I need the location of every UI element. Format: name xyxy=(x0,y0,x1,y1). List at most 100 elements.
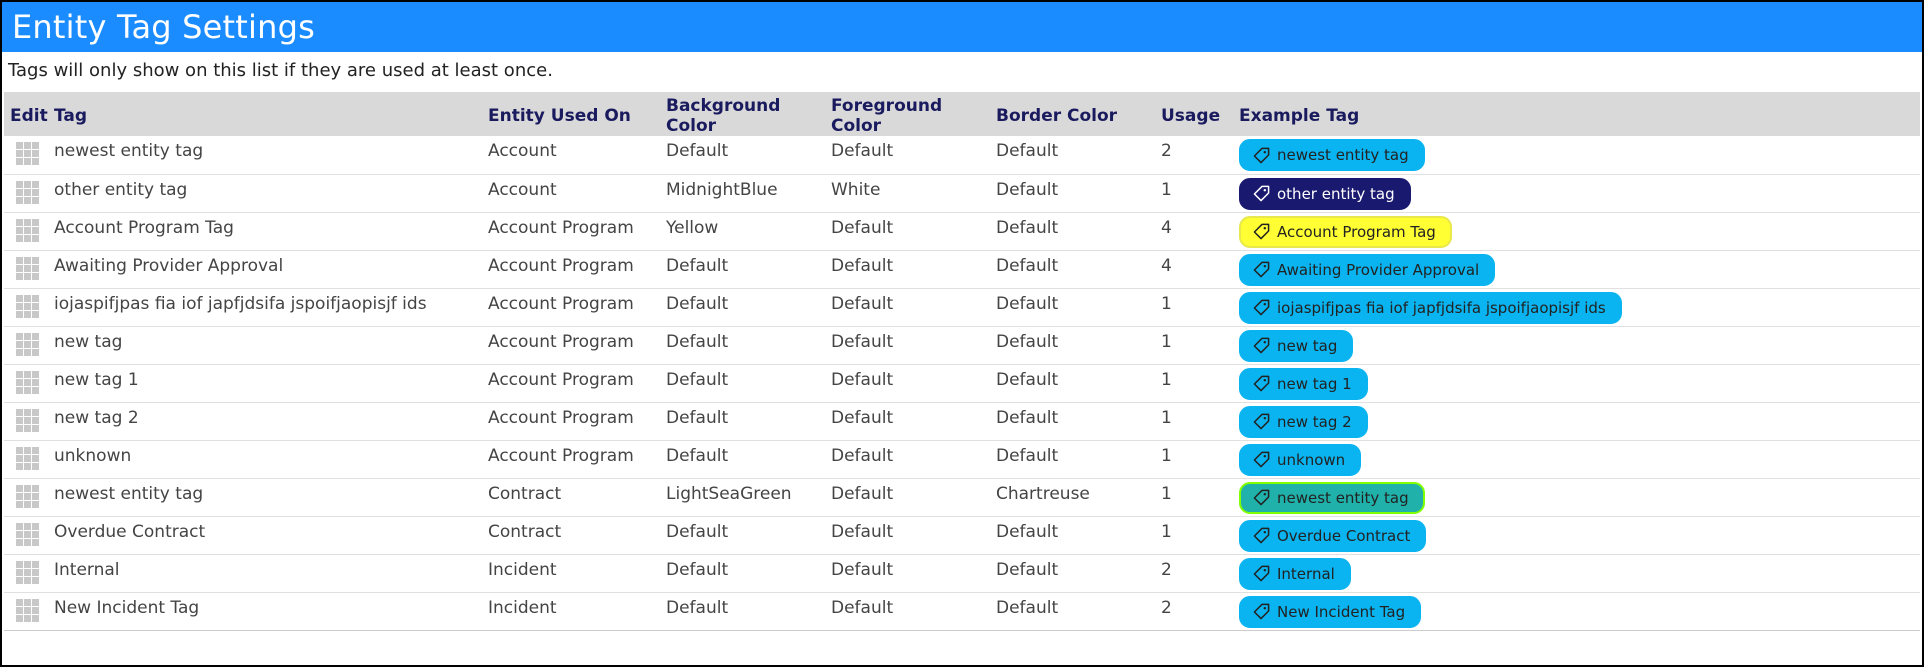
table-row: unknown Account Program Default Default Defa… xyxy=(4,440,1920,478)
example-tag-cell: other entity tag xyxy=(1233,174,1920,212)
tag-icon xyxy=(1253,527,1270,544)
example-tag-label: new tag 2 xyxy=(1277,412,1352,431)
grid-edit-icon[interactable] xyxy=(14,256,40,280)
example-tag-pill[interactable]: newest entity tag xyxy=(1239,139,1425,171)
grid-edit-icon[interactable] xyxy=(14,332,40,356)
tag-icon xyxy=(1253,337,1270,354)
table-row: new tag 2 Account Program Default Default De… xyxy=(4,402,1920,440)
example-tag-pill[interactable]: iojaspifjpas fia iof japfjdsifa jspoifja… xyxy=(1239,291,1622,324)
edit-cell xyxy=(4,326,48,364)
foreground-color-value: Default xyxy=(831,331,894,352)
title-bar: Entity Tag Settings xyxy=(2,2,1922,52)
example-tag-label: new tag 1 xyxy=(1277,374,1352,393)
example-tag-label: newest entity tag xyxy=(1277,488,1409,507)
foreground-color-value: Default xyxy=(831,407,894,428)
example-tag-pill[interactable]: New Incident Tag xyxy=(1239,595,1422,628)
table-row: New Incident Tag Incident Default Default De… xyxy=(4,592,1920,630)
grid-edit-icon[interactable] xyxy=(14,141,40,165)
foreground-color-value: Default xyxy=(831,217,894,238)
example-tag-label: newest entity tag xyxy=(1277,146,1409,164)
background-color-value: Default xyxy=(666,597,729,618)
grid-edit-icon[interactable] xyxy=(14,522,40,546)
grid-edit-icon[interactable] xyxy=(14,560,40,584)
example-tag-pill[interactable]: new tag 2 xyxy=(1239,405,1368,438)
tag-name: new tag 1 xyxy=(54,369,139,390)
edit-cell xyxy=(4,364,48,402)
table-row: new tag Account Program Default Default Defa… xyxy=(4,326,1920,364)
column-header-background-color: Background Color xyxy=(666,96,781,136)
entity-used-on: Account Program xyxy=(488,369,634,390)
usage-count: 4 xyxy=(1161,255,1172,276)
entity-used-on: Account Program xyxy=(488,445,634,466)
tag-name: Internal xyxy=(54,559,120,580)
edit-cell xyxy=(4,288,48,326)
usage-count: 4 xyxy=(1161,217,1172,238)
tag-icon xyxy=(1253,299,1270,316)
border-color-value: Default xyxy=(996,369,1059,390)
example-tag-pill[interactable]: newest entity tag xyxy=(1239,481,1425,514)
example-tag-pill[interactable]: Overdue Contract xyxy=(1239,519,1427,552)
grid-edit-icon[interactable] xyxy=(14,294,40,318)
tag-name: Account Program Tag xyxy=(54,217,234,238)
example-tag-cell: iojaspifjpas fia iof japfjdsifa jspoifja… xyxy=(1233,288,1920,326)
edit-cell xyxy=(4,250,48,288)
foreground-color-value: Default xyxy=(831,255,894,276)
example-tag-label: unknown xyxy=(1277,450,1346,469)
border-color-value: Chartreuse xyxy=(996,483,1090,504)
example-tag-pill[interactable]: Internal xyxy=(1239,557,1351,590)
border-color-value: Default xyxy=(996,255,1059,276)
usage-count: 1 xyxy=(1161,445,1172,466)
edit-cell xyxy=(4,402,48,440)
grid-edit-icon[interactable] xyxy=(14,408,40,432)
foreground-color-value: Default xyxy=(831,521,894,542)
grid-edit-icon[interactable] xyxy=(14,484,40,508)
foreground-color-value: White xyxy=(831,179,881,200)
background-color-value: LightSeaGreen xyxy=(666,483,792,504)
entity-used-on: Incident xyxy=(488,597,557,618)
background-color-value: Default xyxy=(666,407,729,428)
example-tag-label: New Incident Tag xyxy=(1277,602,1406,621)
border-color-value: Default xyxy=(996,521,1059,542)
table-row: Awaiting Provider Approval Account Progra… xyxy=(4,250,1920,288)
entity-used-on: Account Program xyxy=(488,407,634,428)
example-tag-pill[interactable]: new tag 1 xyxy=(1239,367,1368,400)
usage-count: 2 xyxy=(1161,597,1172,618)
usage-count: 1 xyxy=(1161,407,1172,428)
example-tag-cell: Account Program Tag xyxy=(1233,212,1920,250)
example-tag-pill[interactable]: unknown xyxy=(1239,443,1362,476)
entity-used-on: Incident xyxy=(488,559,557,580)
tag-name: New Incident Tag xyxy=(54,597,200,618)
tag-name: unknown xyxy=(54,445,132,466)
tag-name: new tag xyxy=(54,331,123,352)
foreground-color-value: Default xyxy=(831,483,894,504)
table-row: Overdue Contract Contract Default Default De… xyxy=(4,516,1920,554)
grid-edit-icon[interactable] xyxy=(14,218,40,242)
example-tag-pill[interactable]: Awaiting Provider Approval xyxy=(1239,253,1496,286)
example-tag-cell: Overdue Contract xyxy=(1233,516,1920,554)
border-color-value: Default xyxy=(996,407,1059,428)
example-tag-label: new tag xyxy=(1277,336,1338,355)
usage-count: 1 xyxy=(1161,179,1172,200)
grid-edit-icon[interactable] xyxy=(14,598,40,622)
tag-table: Edit Tag Entity Used On Background Color… xyxy=(4,92,1920,631)
example-tag-cell: newest entity tag xyxy=(1233,136,1920,174)
example-tag-pill[interactable]: other entity tag xyxy=(1239,177,1411,210)
example-tag-label: other entity tag xyxy=(1277,184,1395,203)
usage-count: 2 xyxy=(1161,141,1172,161)
edit-cell xyxy=(4,440,48,478)
foreground-color-value: Default xyxy=(831,369,894,390)
grid-edit-icon[interactable] xyxy=(14,370,40,394)
column-header-border-color: Border Color xyxy=(996,106,1118,126)
example-tag-pill[interactable]: Account Program Tag xyxy=(1239,215,1452,248)
grid-edit-icon[interactable] xyxy=(14,180,40,204)
background-color-value: Default xyxy=(666,559,729,580)
foreground-color-value: Default xyxy=(831,141,894,161)
table-row: iojaspifjpas fia iof japfjdsifa jspoifja… xyxy=(4,288,1920,326)
background-color-value: MidnightBlue xyxy=(666,179,778,200)
example-tag-pill[interactable]: new tag xyxy=(1239,329,1354,362)
border-color-value: Default xyxy=(996,559,1059,580)
grid-edit-icon[interactable] xyxy=(14,446,40,470)
edit-cell xyxy=(4,592,48,630)
example-tag-cell: unknown xyxy=(1233,440,1920,478)
page-title: Entity Tag Settings xyxy=(12,8,315,46)
